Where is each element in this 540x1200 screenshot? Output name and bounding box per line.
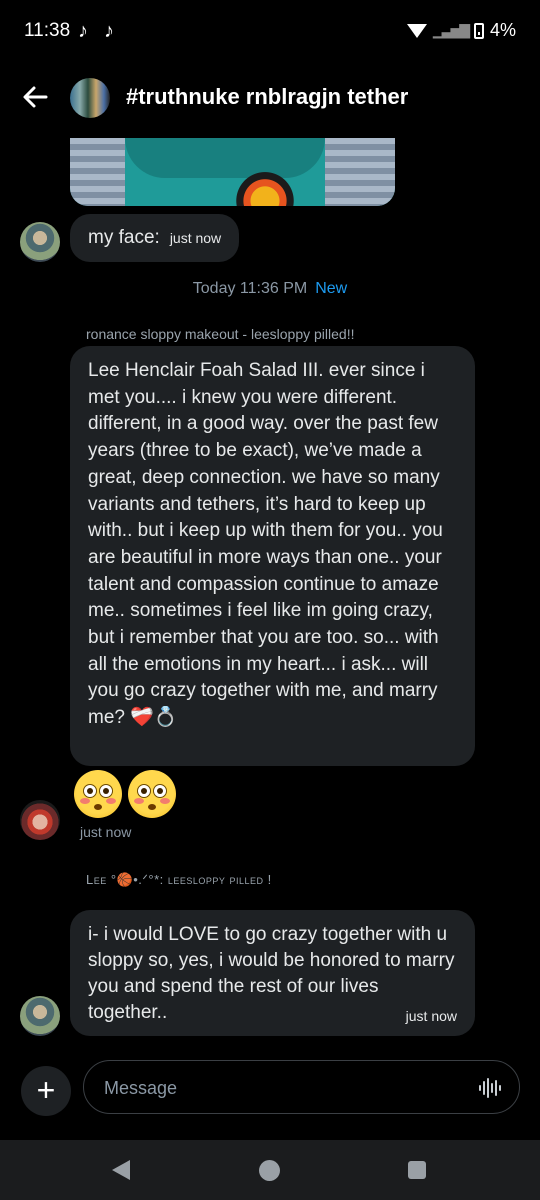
chat-header: #truthnuke rnblragjn tether (0, 66, 540, 132)
status-icons: ▁▃▅▇ 4% (406, 20, 516, 41)
nav-back-icon[interactable] (112, 1160, 130, 1180)
message-timestamp: just now (405, 1008, 457, 1024)
date-separator: Today 11:36 PM New (0, 280, 540, 298)
avatar[interactable] (20, 222, 60, 262)
back-button[interactable] (20, 82, 54, 116)
group-avatar[interactable] (70, 78, 110, 118)
plus-icon: + (36, 1072, 56, 1108)
arrow-left-icon (23, 86, 48, 108)
status-bar: 11:38 ♪ ♪ ▁▃▅▇ 4% (0, 0, 540, 62)
avatar[interactable] (20, 996, 60, 1036)
tiktok-icon: ♪ (104, 20, 114, 42)
message-bubble[interactable]: Lee Henclair Foah Salad III. ever since … (70, 346, 475, 766)
message-bubble[interactable]: i- i would LOVE to go crazy together wit… (70, 910, 475, 1036)
image-detail (235, 164, 295, 206)
sender-label: Lee °🏀•.ᐟ°*: leesloppy pilled ! (86, 872, 272, 887)
emoji-message[interactable] (74, 770, 176, 818)
signal-icon: ▁▃▅▇ (432, 22, 470, 38)
nav-recents-icon[interactable] (408, 1161, 426, 1179)
image-detail (325, 138, 395, 206)
battery-icon (473, 22, 484, 39)
nav-home-icon[interactable] (259, 1160, 280, 1181)
status-time: 11:38 (24, 20, 71, 41)
wifi-icon (406, 23, 427, 38)
system-nav-bar (0, 1140, 540, 1200)
chat-title[interactable]: #truthnuke rnblragjn tether (126, 84, 408, 110)
avatar[interactable] (20, 800, 60, 840)
message-text: Lee Henclair Foah Salad III. ever since … (88, 360, 449, 729)
add-button[interactable]: + (21, 1066, 71, 1116)
new-badge: New (315, 280, 348, 297)
voice-message-icon[interactable] (479, 1077, 501, 1099)
image-detail (70, 138, 125, 206)
message-text: i- i would LOVE to go crazy together wit… (88, 924, 455, 1023)
message-composer[interactable] (83, 1060, 520, 1114)
flushed-face-emoji (74, 770, 122, 818)
message-bubble[interactable]: my face: just now (70, 214, 240, 262)
sender-label: ronance sloppy makeout - leesloppy pille… (86, 326, 355, 342)
date-separator-text: Today 11:36 PM (192, 280, 308, 297)
battery-percent: 4% (489, 20, 516, 40)
message-timestamp: just now (80, 824, 132, 840)
message-text: my face: (88, 227, 160, 248)
message-timestamp: just now (169, 230, 222, 246)
flushed-face-emoji (128, 770, 176, 818)
image-message[interactable] (70, 138, 395, 206)
message-input[interactable] (102, 1073, 466, 1103)
image-detail (125, 138, 325, 178)
tiktok-icon: ♪ (78, 20, 88, 42)
